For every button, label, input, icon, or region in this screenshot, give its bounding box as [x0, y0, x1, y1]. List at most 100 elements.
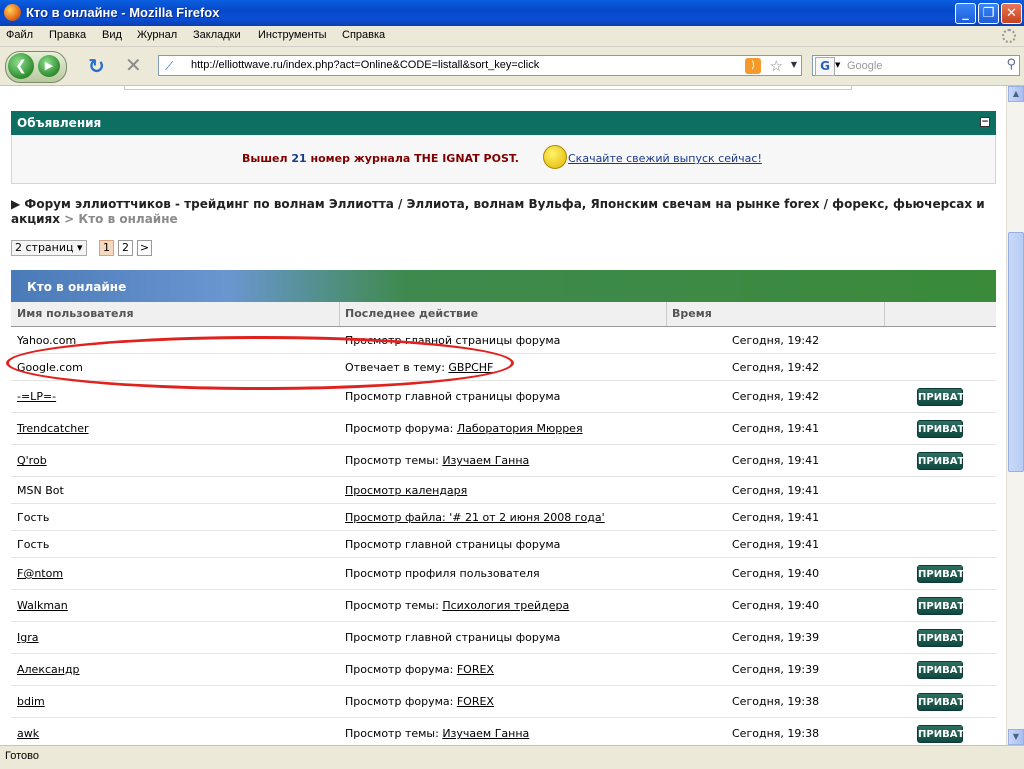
last-action: Просмотр календаря [345, 484, 467, 497]
action-target-link[interactable]: GBPCHF [448, 361, 493, 374]
activity-time: Сегодня, 19:42 [732, 334, 820, 347]
url-bar[interactable]: ⟋ http://elliottwave.ru/index.php?act=On… [158, 55, 802, 76]
activity-time: Сегодня, 19:39 [732, 631, 820, 644]
search-icon[interactable]: ⚲ [1006, 57, 1016, 72]
maximize-button[interactable]: ❐ [978, 3, 999, 24]
bookmark-star-icon[interactable]: ☆ [770, 57, 783, 75]
last-action: Просмотр главной страницы форума [345, 334, 561, 347]
menu-history[interactable]: Журнал [137, 29, 177, 41]
breadcrumb: ▶ Форум эллиоттчиков - трейдинг по волна… [11, 197, 985, 226]
action-target-link[interactable]: Изучаем Ганна [442, 454, 529, 467]
online-table-title: Кто в онлайне [27, 280, 127, 294]
menu-bar: Файл Правка Вид Журнал Закладки Инструме… [0, 26, 1024, 47]
username[interactable]: Walkman [17, 599, 68, 612]
close-button[interactable]: ✕ [1001, 3, 1022, 24]
username[interactable]: awk [17, 727, 39, 740]
activity-time: Сегодня, 19:41 [732, 422, 820, 435]
rss-feed-icon[interactable]: ) [745, 58, 761, 74]
private-message-button[interactable]: ПРИВАТ [917, 597, 964, 615]
private-message-button[interactable]: ПРИВАТ [917, 420, 964, 438]
table-row: awk Просмотр темы: Изучаем Ганна Сегодня, … [11, 718, 996, 745]
menu-edit[interactable]: Правка [49, 29, 86, 41]
username: Гость [17, 511, 50, 524]
private-message-button[interactable]: ПРИВАТ [917, 693, 964, 711]
scroll-thumb[interactable] [1008, 232, 1024, 472]
status-text: Готово [5, 750, 39, 762]
forward-button[interactable]: ▶ [38, 55, 60, 77]
activity-time: Сегодня, 19:40 [732, 599, 820, 612]
menu-file[interactable]: Файл [6, 29, 33, 41]
table-row: MSN Bot Просмотр календаря Сегодня, 19:41 [11, 477, 996, 504]
online-users-table: Кто в онлайне Имя пользователя Последнее… [11, 270, 996, 745]
last-action: Просмотр темы: Изучаем Ганна [345, 727, 530, 740]
table-row: Trendcatcher Просмотр форума: Лаборатория… [11, 413, 996, 445]
col-username[interactable]: Имя пользователя [17, 307, 134, 320]
activity-time: Сегодня, 19:41 [732, 454, 820, 467]
window-title-bar[interactable]: Кто в онлайне - Mozilla Firefox _ ❐ ✕ [0, 0, 1024, 26]
private-message-button[interactable]: ПРИВАТ [917, 725, 964, 743]
username[interactable]: F@ntom [17, 567, 63, 580]
username: Yahoo.com [17, 334, 77, 347]
url-text[interactable]: http://elliottwave.ru/index.php?act=Onli… [191, 59, 539, 71]
collapse-icon[interactable]: − [980, 117, 990, 127]
private-message-button[interactable]: ПРИВАТ [917, 629, 964, 647]
back-button[interactable]: ❮ [8, 53, 34, 79]
last-action: Отвечает в тему: GBPCHF [345, 361, 494, 374]
firefox-logo-icon [4, 4, 21, 21]
minimize-button[interactable]: _ [955, 3, 976, 24]
reload-icon[interactable]: ↻ [88, 56, 105, 76]
activity-time: Сегодня, 19:42 [732, 361, 820, 374]
table-row: Гость Просмотр главной страницы форума Сег… [11, 531, 996, 558]
page-1-button[interactable]: 1 [99, 240, 114, 256]
table-row: Walkman Просмотр темы: Психология трейдер… [11, 590, 996, 622]
announcements-body: Вышел 21 номер журнала THE IGNAT POST. С… [11, 135, 996, 184]
last-action: Просмотр главной страницы форума [345, 631, 561, 644]
google-engine-icon[interactable]: G [815, 57, 835, 76]
username[interactable]: Александр [17, 663, 80, 676]
scroll-up-icon[interactable]: ▲ [1008, 86, 1024, 102]
vertical-scrollbar[interactable]: ▲ ▼ [1006, 86, 1024, 745]
username[interactable]: bdim [17, 695, 45, 708]
url-dropdown-icon[interactable]: ▼ [791, 60, 797, 69]
scroll-down-icon[interactable]: ▼ [1008, 729, 1024, 745]
table-row: bdim Просмотр форума: FOREX Сегодня, 19:38… [11, 686, 996, 718]
table-row: Q'rob Просмотр темы: Изучаем Ганна Сегодня… [11, 445, 996, 477]
next-page-button[interactable]: > [137, 240, 152, 256]
search-bar[interactable]: G ▼ Google ⚲ [812, 55, 1020, 76]
download-issue-link[interactable]: Скачайте свежий выпуск сейчас! [568, 152, 762, 165]
search-engine-dropdown-icon[interactable]: ▼ [835, 61, 840, 69]
menu-view[interactable]: Вид [102, 29, 122, 41]
action-target-link[interactable]: FOREX [457, 663, 494, 676]
private-message-button[interactable]: ПРИВАТ [917, 452, 964, 470]
menu-help[interactable]: Справка [342, 29, 385, 41]
stop-icon[interactable]: ✕ [125, 55, 142, 75]
menu-bookmarks[interactable]: Закладки [193, 29, 241, 41]
username[interactable]: Trendcatcher [17, 422, 89, 435]
username[interactable]: Q'rob [17, 454, 47, 467]
announcements-title: Объявления [17, 116, 102, 130]
last-action: Просмотр профиля пользователя [345, 567, 540, 580]
col-time[interactable]: Время [672, 307, 712, 320]
action-target-link[interactable]: FOREX [457, 695, 494, 708]
action-target-link[interactable]: Лаборатория Мюррея [457, 422, 583, 435]
username[interactable]: -=LP=- [17, 390, 56, 403]
last-action: Просмотр форума: Лаборатория Мюррея [345, 422, 583, 435]
private-message-button[interactable]: ПРИВАТ [917, 565, 964, 583]
col-last-action[interactable]: Последнее действие [345, 307, 478, 320]
action-target-link[interactable]: Психология трейдера [442, 599, 569, 612]
action-link[interactable]: Просмотр файла: '# 21 от 2 июня 2008 год… [345, 511, 605, 524]
search-input[interactable]: Google [847, 60, 882, 72]
last-action: Просмотр форума: FOREX [345, 663, 494, 676]
online-table-header: Кто в онлайне [11, 270, 996, 302]
table-row: -=LP=- Просмотр главной страницы форума Се… [11, 381, 996, 413]
action-target-link[interactable]: Изучаем Ганна [442, 727, 529, 740]
activity-time: Сегодня, 19:40 [732, 567, 820, 580]
private-message-button[interactable]: ПРИВАТ [917, 388, 964, 406]
private-message-button[interactable]: ПРИВАТ [917, 661, 964, 679]
username[interactable]: Igra [17, 631, 39, 644]
menu-tools[interactable]: Инструменты [258, 29, 327, 41]
page-2-button[interactable]: 2 [118, 240, 133, 256]
pages-dropdown[interactable]: 2 страниц ▾ [11, 240, 87, 256]
table-row: Igra Просмотр главной страницы форума Сего… [11, 622, 996, 654]
action-link[interactable]: Просмотр календаря [345, 484, 467, 497]
